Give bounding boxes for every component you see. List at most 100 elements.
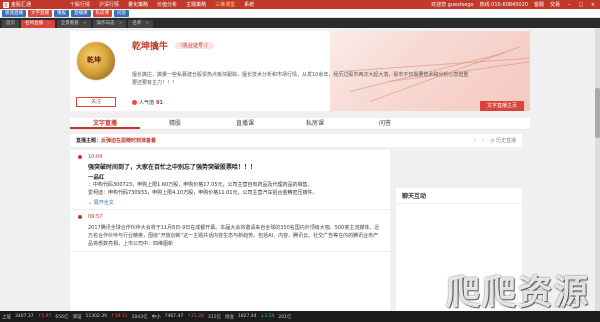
title-bar: 金 金股汇通 个股行情 沪深行情 量化策略 价值分析 主题策略 三维课堂 系统 …: [0, 0, 600, 9]
ticker-value: 7467.47: [164, 314, 184, 319]
tab-operation-log[interactable]: 操作日志 ×: [92, 20, 127, 28]
ticker-change: ↓3.54: [260, 314, 275, 319]
toolbar-text-live-button[interactable]: 文字直播: [28, 9, 52, 17]
menu-item-market-quotes[interactable]: 沪深行情: [99, 1, 119, 8]
market-ticker: 上证 3407.37 ↑5.97 656亿 深证 11302.39 ↑39.11…: [0, 311, 600, 322]
live-topic: 直播主题：反弹迫在眉睫时刻准备着: [76, 137, 156, 144]
prev-arrow-icon[interactable]: ‹: [474, 138, 476, 144]
feed-post: 09:57 2017腾讯全球合作伙伴大会将于11月8日-9日在成都开幕。本届大会…: [70, 210, 390, 252]
tab-private-course[interactable]: 私房课: [280, 118, 350, 129]
toolbar-fast-live-button[interactable]: 极速直播: [2, 9, 26, 17]
popularity-value: 91: [156, 99, 163, 106]
main-content: 乾坤擒牛 （执业证号：） 擅长擒庄，擒量一些私募建仓股票热点板块跟踪，擅长技术分…: [0, 28, 600, 311]
scrollbar-thumb[interactable]: [595, 88, 600, 138]
ticker-change: ↑39.11: [110, 314, 128, 319]
tab-label: 名师直播: [25, 21, 43, 26]
tab-strip: 首页 名师直播 × 全景看盘 × 操作日志 × 名师 ×: [0, 18, 600, 28]
post-time: 10:04: [88, 154, 103, 160]
tab-teacher[interactable]: 名师 ×: [128, 20, 154, 28]
scrollbar[interactable]: [595, 28, 600, 311]
popularity-icon: [132, 100, 137, 105]
post-line: 爱柯迪：申构代码730933，申购上限4.10万股，申购价格11.01元，公司主…: [88, 190, 318, 196]
tab-label: 操作日志: [96, 21, 115, 26]
section-tabs: 文字直播 猜股 直播课 私房课 问答: [70, 118, 530, 130]
expand-label: 展开全文: [93, 200, 114, 206]
ticker-label: 中小: [151, 314, 161, 320]
tab-text-live[interactable]: 文字直播: [70, 118, 140, 129]
live-topic-prefix: 直播主题：: [76, 138, 102, 144]
avatar: [76, 41, 116, 81]
ticker-label: 深证: [72, 314, 82, 320]
ticker-volume: 201亿: [278, 314, 292, 320]
close-icon[interactable]: ×: [590, 2, 596, 8]
post-body: 2017腾讯全球合作伙伴大会将于11月8日-9日在成都开幕。本届大会将邀请来自全…: [88, 225, 380, 247]
tab-panorama[interactable]: 全景看盘 ×: [56, 20, 91, 28]
ticker-value: 3407.37: [15, 314, 34, 319]
main-menu: 个股行情 沪深行情 量化策略 价值分析 主题策略 三维课堂 系统: [70, 1, 254, 8]
account-area: 欢迎您 guestsego 热线 010-60845020 客服 交易 – □ …: [431, 1, 600, 9]
toolbar-private-course-button[interactable]: 私房课: [92, 9, 112, 17]
tab-label: 名师: [132, 21, 142, 26]
live-feed: 10:04 强突破时间到了，大家在百忙之中别忘了强势突破股票哈！！！ 一品红 ：…: [70, 150, 390, 311]
expand-link[interactable]: ⌄ 展开全文: [88, 199, 382, 206]
post-line: ：中构代码300723，申购上限1.60万股，申购价格17.05元，公司主营自有…: [88, 182, 313, 188]
tab-qa[interactable]: 问答: [350, 118, 420, 129]
next-arrow-icon[interactable]: ›: [482, 138, 484, 144]
menu-item-theme-strategy[interactable]: 主题策略: [186, 1, 206, 8]
tab-close-icon[interactable]: ×: [83, 21, 87, 26]
history-link[interactable]: ◷ 历史直播: [490, 137, 516, 144]
live-home-button[interactable]: 文字直播主页: [480, 101, 524, 111]
ticker-value: 1827.44: [237, 314, 257, 319]
tab-close-icon[interactable]: ×: [47, 21, 51, 26]
welcome-text: 欢迎您 guestsego: [431, 2, 474, 8]
ticker-change: ↑5.97: [37, 314, 52, 319]
tab-close-icon[interactable]: ×: [119, 21, 123, 26]
menu-item-stock-quotes[interactable]: 个股行情: [70, 1, 90, 8]
feed-post: 10:04 强突破时间到了，大家在百忙之中别忘了强势突破股票哈！！！ 一品红 ：…: [70, 150, 390, 210]
menu-item-classroom[interactable]: 三维课堂: [215, 1, 235, 8]
tab-live-course[interactable]: 直播课: [210, 118, 280, 129]
live-header-actions: ‹ › ◷ 历史直播: [474, 137, 516, 145]
history-label: 历史直播: [495, 138, 516, 144]
tab-guess-stock[interactable]: 猜股: [140, 118, 210, 129]
post-title: 强突破时间到了，大家在百忙之中别忘了强势突破股票哈！！！: [88, 164, 257, 171]
ticker-change: ↑21.28: [187, 314, 204, 319]
ticker-value: 11302.39: [85, 314, 107, 319]
tab-home[interactable]: 首页: [2, 20, 19, 28]
minimize-icon[interactable]: –: [566, 2, 572, 8]
tab-close-icon[interactable]: ×: [145, 21, 149, 26]
chat-panel: 聊天互动: [396, 188, 522, 311]
ticker-volume: 656亿: [55, 314, 69, 320]
menu-item-quant-strategy[interactable]: 量化策略: [128, 1, 148, 8]
follow-button[interactable]: 关注: [76, 97, 116, 107]
popularity-label: 人气值: [139, 100, 155, 106]
toolbar-qa-button[interactable]: 问答: [114, 9, 129, 17]
toolbar-live-course-button[interactable]: 直播课: [71, 9, 91, 17]
timeline-dot-icon: [78, 155, 82, 159]
menu-item-value-analysis[interactable]: 价值分析: [157, 1, 177, 8]
logo-icon: 金: [3, 1, 9, 8]
popularity: 人气值 91: [132, 99, 163, 106]
tab-label: 首页: [6, 21, 15, 26]
profile-banner: 乾坤擒牛 （执业证号：） 擅长擒庄，擒量一些私募建仓股票热点板块跟踪，擅长技术分…: [70, 31, 530, 111]
post-time: 09:57: [88, 214, 103, 220]
app-name: 金股汇通: [11, 2, 32, 8]
tab-label: 全景看盘: [60, 21, 79, 26]
app-logo[interactable]: 金 金股汇通: [0, 1, 70, 8]
toolbar-guess-stock-button[interactable]: 猜股: [54, 9, 69, 17]
anchor-intro: 擅长擒庄，擒量一些私募建仓股票热点板块跟踪，擅长技术分析和市场行情，从发10余年…: [132, 72, 469, 86]
anchor-name: 乾坤擒牛: [132, 42, 169, 52]
tab-teacher-live[interactable]: 名师直播 ×: [21, 20, 55, 28]
maximize-icon[interactable]: □: [578, 2, 584, 8]
service-link[interactable]: 客服: [534, 1, 544, 8]
sub-toolbar: 极速直播 文字直播 猜股 直播课 私房课 问答: [0, 9, 600, 18]
timeline-dot-icon: [78, 215, 82, 219]
trade-link[interactable]: 交易: [550, 1, 560, 8]
live-topic-bar: 直播主题：反弹迫在眉睫时刻准备着 ‹ › ◷ 历史直播: [70, 134, 522, 147]
ticker-volume: 311亿: [207, 314, 221, 320]
hotline-text: 热线 010-60845020: [479, 2, 528, 8]
ticker-label: 上证: [2, 314, 11, 320]
ticker-label: 创业: [224, 314, 234, 320]
chat-title: 聊天互动: [396, 188, 522, 204]
menu-item-system[interactable]: 系统: [244, 1, 254, 8]
